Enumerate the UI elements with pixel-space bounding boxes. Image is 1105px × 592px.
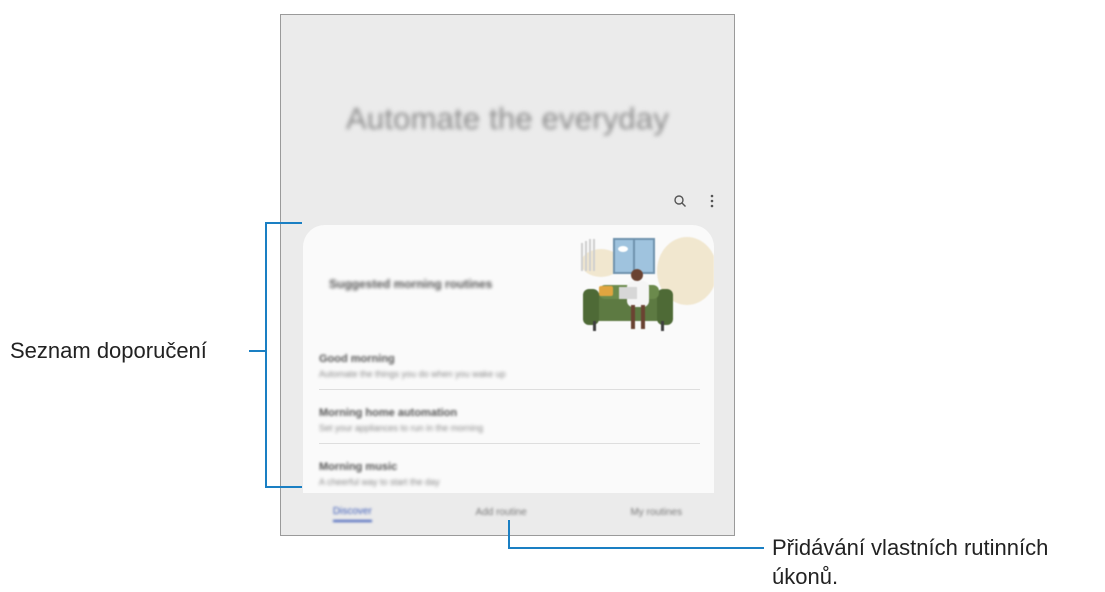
routine-item[interactable]: Good morning Automate the things you do … [319,353,700,390]
routine-subtitle: A cheerful way to start the day [319,477,440,487]
recommendations-bracket [265,222,302,488]
card-title: Suggested morning routines [329,277,493,291]
routine-title: Morning music [319,461,398,473]
recommendations-callout: Seznam doporučení [10,338,207,363]
routine-subtitle: Automate the things you do when you wake… [319,369,506,379]
tab-add-routine[interactable]: Add routine [476,507,527,521]
phone-screen: Automate the everyday Suggested morning … [280,14,735,536]
add-custom-vertical-line [508,520,510,548]
tab-my-routines[interactable]: My routines [630,507,682,521]
toolbar [672,193,720,209]
routine-item[interactable]: Morning home automation Set your applian… [319,407,700,444]
search-icon[interactable] [672,193,688,209]
recommendations-leader-line [249,350,265,352]
hero-title: Automate the everyday [346,101,669,136]
routine-item[interactable]: Morning music A cheerful way to start th… [319,461,700,487]
routine-title: Good morning [319,353,395,365]
add-custom-leader-line [508,547,764,549]
more-options-icon[interactable] [704,193,720,209]
add-custom-callout-line1: Přidávání vlastních rutinních [772,535,1049,560]
routine-subtitle: Set your appliances to run in the mornin… [319,423,484,433]
morning-illustration-icon [581,237,714,331]
tab-discover[interactable]: Discover [332,506,372,522]
add-custom-callout-line2: úkonů. [772,564,839,589]
suggestions-card: Suggested morning routines Good morning … [303,225,714,493]
routine-title: Morning home automation [319,407,458,419]
